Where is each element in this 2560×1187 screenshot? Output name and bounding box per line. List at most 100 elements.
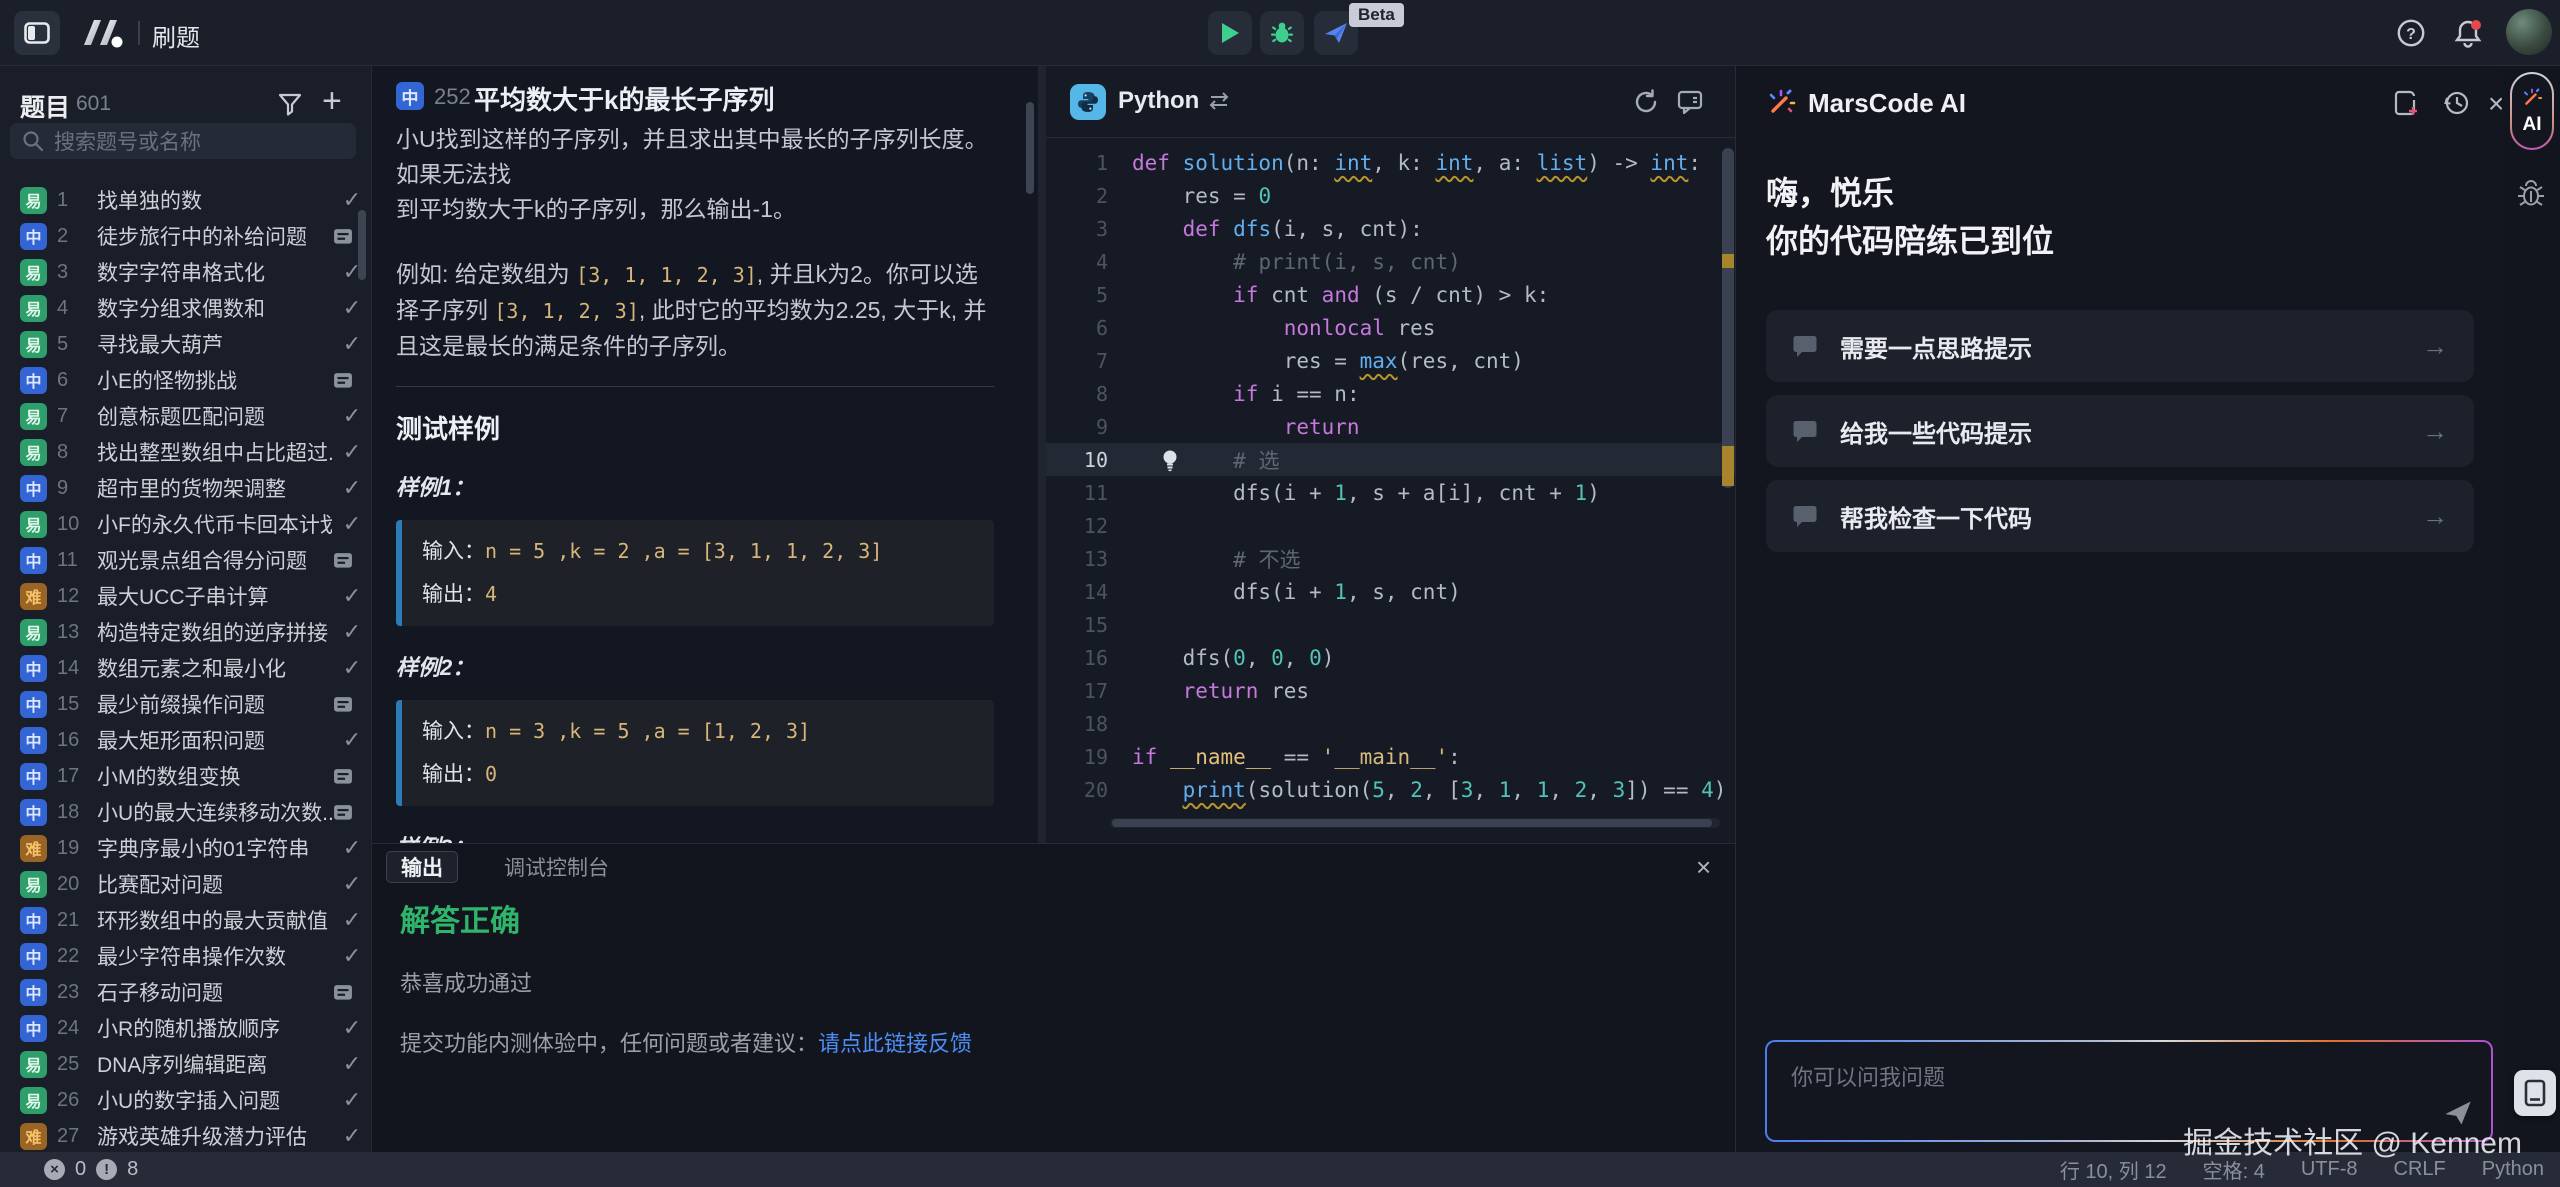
code-text: dfs(0, 0, 0): [1132, 646, 1334, 670]
editor-language-label: Python: [1118, 87, 1199, 115]
code-line[interactable]: 7 res = max(res, cnt): [1046, 344, 1735, 377]
code-line[interactable]: 2 res = 0: [1046, 179, 1735, 212]
code-line[interactable]: 13 # 不选: [1046, 542, 1735, 575]
run-button[interactable]: [1208, 11, 1252, 55]
description-scrollbar[interactable]: [1026, 102, 1034, 194]
problem-list-item[interactable]: 中16最大矩形面积问题✓: [0, 722, 372, 758]
problem-list-item[interactable]: 易5寻找最大葫芦✓: [0, 326, 372, 362]
problem-list-item[interactable]: 中17小M的数组变换: [0, 758, 372, 794]
user-avatar[interactable]: [2506, 9, 2552, 55]
code-line[interactable]: 20 print(solution(5, 2, [3, 1, 1, 2, 3])…: [1046, 773, 1735, 806]
console-tab-inactive[interactable]: 调试控制台: [490, 851, 623, 883]
problem-list-item[interactable]: 中22最少字符串操作次数✓: [0, 938, 372, 974]
problem-list-item[interactable]: 易10小F的永久代币卡回本计划✓: [0, 506, 372, 542]
problem-list-item[interactable]: 中11观光景点组合得分问题: [0, 542, 372, 578]
search-input[interactable]: 搜索题号或名称: [10, 123, 356, 159]
code-line[interactable]: 5 if cnt and (s / cnt) > k:: [1046, 278, 1735, 311]
problem-list-item[interactable]: 易4数字分组求偶数和✓: [0, 290, 372, 326]
problem-number: 24: [57, 1017, 97, 1040]
new-chat-icon[interactable]: [2391, 88, 2421, 118]
code-line[interactable]: 9 return: [1046, 410, 1735, 443]
code-line[interactable]: 3 def dfs(i, s, cnt):: [1046, 212, 1735, 245]
panel-resize-handle[interactable]: [1038, 66, 1046, 843]
reset-code-button[interactable]: [1632, 88, 1660, 116]
problem-list-item[interactable]: 难27游戏英雄升级潜力评估✓: [0, 1118, 372, 1152]
editor-horizontal-scrollbar[interactable]: [1110, 818, 1720, 828]
add-problem-button[interactable]: +: [322, 82, 342, 120]
code-line[interactable]: 8 if i == n:: [1046, 377, 1735, 410]
code-line[interactable]: 11 dfs(i + 1, s + a[i], cnt + 1): [1046, 476, 1735, 509]
code-token: , [: [1423, 778, 1461, 802]
marscode-logo[interactable]: [80, 15, 126, 51]
sidebar-scrollbar[interactable]: [358, 210, 366, 280]
problem-list-item[interactable]: 难12最大UCC子串计算✓: [0, 578, 372, 614]
ai-suggestion-card[interactable]: 需要一点思路提示→: [1766, 310, 2474, 382]
problem-list-item[interactable]: 中6小E的怪物挑战: [0, 362, 372, 398]
language-switch-icon[interactable]: [1206, 90, 1232, 112]
code-token: # print(i, s, cnt): [1233, 250, 1461, 274]
problem-list-item[interactable]: 中21环形数组中的最大贡献值✓: [0, 902, 372, 938]
code-token: 3: [1613, 778, 1626, 802]
debug-button[interactable]: [1260, 11, 1304, 55]
code-line[interactable]: 12: [1046, 509, 1735, 542]
problem-list-item[interactable]: 易1找单独的数✓: [0, 182, 372, 218]
difficulty-badge: 易: [20, 259, 47, 286]
code-line[interactable]: 6 nonlocal res: [1046, 311, 1735, 344]
problem-list-item[interactable]: 中9超市里的货物架调整✓: [0, 470, 372, 506]
solved-check-icon: ✓: [332, 943, 372, 969]
help-button[interactable]: ?: [2396, 18, 2426, 48]
feedback-link[interactable]: 请点此链接反馈: [818, 1031, 972, 1056]
code-token: 1: [1537, 778, 1550, 802]
code-line[interactable]: 15: [1046, 608, 1735, 641]
editor-vertical-scrollbar[interactable]: [1722, 146, 1734, 826]
problem-list-item[interactable]: 易13构造特定数组的逆序拼接✓: [0, 614, 372, 650]
beta-badge: Beta: [1349, 3, 1404, 27]
code-line[interactable]: 16 dfs(0, 0, 0): [1046, 641, 1735, 674]
problem-number: 21: [57, 909, 97, 932]
problem-list-item[interactable]: 易3数字字符串格式化✓: [0, 254, 372, 290]
floating-widget-button[interactable]: [2514, 1070, 2556, 1116]
problem-list-item[interactable]: 易7创意标题匹配问题✓: [0, 398, 372, 434]
problem-list-item[interactable]: 中15最少前缀操作问题: [0, 686, 372, 722]
history-icon[interactable]: [2441, 88, 2471, 118]
problem-list-item[interactable]: 易25DNA序列编辑距离✓: [0, 1046, 372, 1082]
code-area[interactable]: 1def solution(n: int, k: int, a: list) -…: [1046, 146, 1735, 826]
debug-panel-icon[interactable]: [2515, 178, 2547, 210]
code-token: if: [1233, 382, 1271, 406]
problem-title: 超市里的货物架调整: [97, 473, 332, 503]
problem-list-item[interactable]: 易8找出整型数组中占比超过...✓: [0, 434, 372, 470]
code-line[interactable]: 18: [1046, 707, 1735, 740]
status-item[interactable]: 行 10, 列 12: [2060, 1155, 2167, 1184]
code-line[interactable]: 14 dfs(i + 1, s, cnt): [1046, 575, 1735, 608]
problem-title: 环形数组中的最大贡献值: [97, 905, 332, 935]
filter-button[interactable]: [276, 90, 304, 118]
problem-number: 12: [57, 585, 97, 608]
console-close-icon[interactable]: ×: [1696, 852, 1711, 883]
feedback-button[interactable]: [1676, 88, 1704, 116]
ai-assistant-button[interactable]: AI: [2510, 72, 2554, 150]
line-number: 5: [1046, 283, 1108, 307]
console-tab-active[interactable]: 输出: [386, 851, 458, 883]
problem-list-item[interactable]: 中18小U的最大连续移动次数...: [0, 794, 372, 830]
problem-list-item[interactable]: 易20比赛配对问题✓: [0, 866, 372, 902]
code-line[interactable]: 1def solution(n: int, k: int, a: list) -…: [1046, 146, 1735, 179]
solved-check-icon: ✓: [332, 583, 372, 609]
ai-suggestion-card[interactable]: 给我一些代码提示→: [1766, 395, 2474, 467]
notifications-button[interactable]: [2452, 18, 2482, 48]
ai-suggestion-card[interactable]: 帮我检查一下代码→: [1766, 480, 2474, 552]
problem-list-item[interactable]: 中14数组元素之和最小化✓: [0, 650, 372, 686]
code-token: :: [1688, 151, 1701, 175]
problem-list-item[interactable]: 易26小U的数字插入问题✓: [0, 1082, 372, 1118]
code-line[interactable]: 19if __name__ == '__main__':: [1046, 740, 1735, 773]
problem-number: 23: [57, 981, 97, 1004]
problem-list-item[interactable]: 中24小R的随机播放顺序✓: [0, 1010, 372, 1046]
code-line[interactable]: 4 # print(i, s, cnt): [1046, 245, 1735, 278]
code-line[interactable]: 10 # 选: [1046, 443, 1735, 476]
code-line[interactable]: 17 return res: [1046, 674, 1735, 707]
lightbulb-icon[interactable]: [1160, 448, 1180, 472]
sidebar-toggle-button[interactable]: [14, 11, 60, 55]
problem-list-item[interactable]: 难19字典序最小的01字符串✓: [0, 830, 372, 866]
difficulty-badge: 易: [20, 331, 47, 358]
problem-list-item[interactable]: 中2徒步旅行中的补给问题: [0, 218, 372, 254]
problem-list-item[interactable]: 中23石子移动问题: [0, 974, 372, 1010]
